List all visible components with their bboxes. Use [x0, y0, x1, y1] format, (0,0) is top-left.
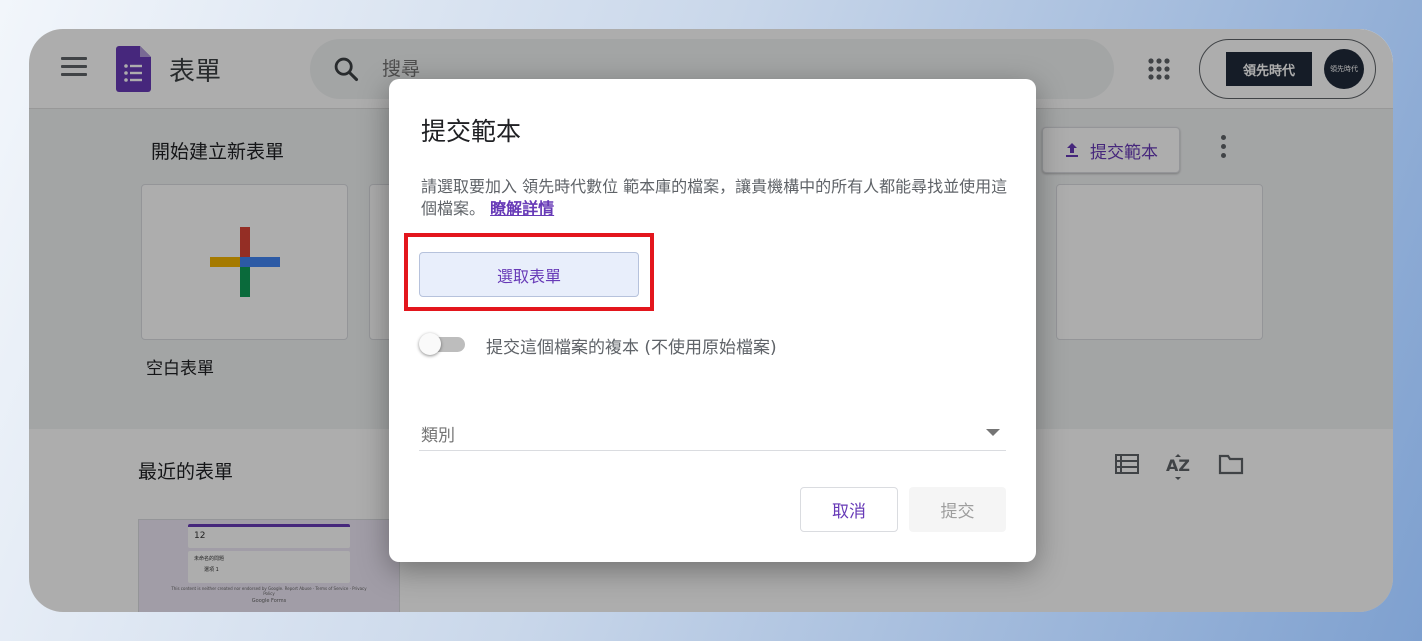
toggle-thumb	[419, 333, 441, 355]
category-select[interactable]: 類別	[419, 419, 1006, 451]
dialog-description: 請選取要加入 領先時代數位 範本庫的檔案，讓貴機構中的所有人都能尋找並使用這個檔…	[421, 176, 1011, 220]
learn-more-link[interactable]: 瞭解詳情	[490, 199, 554, 218]
cancel-button[interactable]: 取消	[800, 487, 898, 532]
dropdown-arrow-icon	[986, 429, 1000, 436]
copy-toggle-label: 提交這個檔案的複本 (不使用原始檔案)	[486, 338, 777, 358]
submit-template-dialog: 提交範本 請選取要加入 領先時代數位 範本庫的檔案，讓貴機構中的所有人都能尋找並…	[389, 79, 1036, 562]
submit-button[interactable]: 提交	[909, 487, 1006, 532]
category-label: 類別	[421, 426, 455, 446]
copy-toggle[interactable]	[419, 333, 465, 355]
select-form-button[interactable]: 選取表單	[419, 252, 639, 297]
dialog-title: 提交範本	[421, 117, 522, 146]
